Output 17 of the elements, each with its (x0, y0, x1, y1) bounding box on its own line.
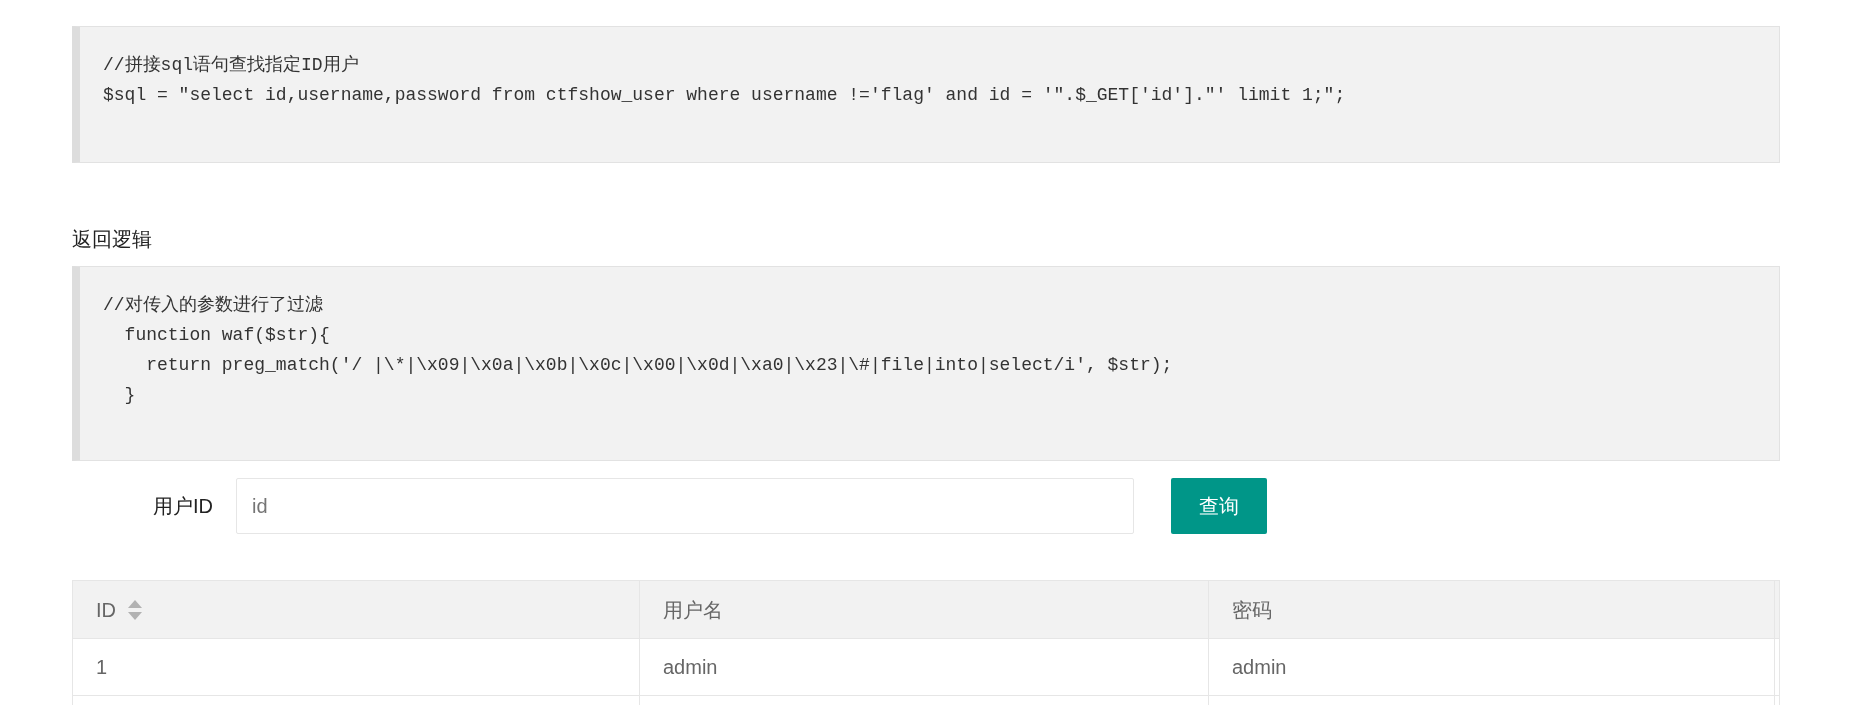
code-line: return preg_match('/ |\*|\x09|\x0a|\x0b|\x0c|\x00|\x0d|\xa0|\x23|\#|file|into|select/i', $str); (145, 354, 1173, 377)
table-cell: 1 (73, 639, 640, 695)
column-header: 密码 (1232, 597, 1272, 623)
code-line: } (123, 384, 136, 407)
sort-icon[interactable] (128, 599, 142, 620)
code-line: //拼接sql语句查找指定ID用户 (103, 54, 359, 77)
code-line: //对传入的参数进行了过滤 (103, 294, 323, 317)
column-header: 用户名 (663, 597, 723, 623)
code-line: function waf($str){ (123, 324, 330, 347)
input-field[interactable]: id (236, 478, 1134, 534)
table-cell: admin (640, 639, 1209, 695)
query-button[interactable]: 查询 (1171, 478, 1267, 534)
table-cell: admin (1209, 639, 1775, 695)
column-header: ID (96, 597, 116, 623)
field-label: 用户ID (153, 494, 213, 519)
section-heading: 返回逻辑 (72, 227, 152, 252)
code-line: $sql = "select id,username,password from ctfshow_user where username !='flag' and id = '".$_GET['id']."' limit 1;"; (103, 84, 1346, 107)
